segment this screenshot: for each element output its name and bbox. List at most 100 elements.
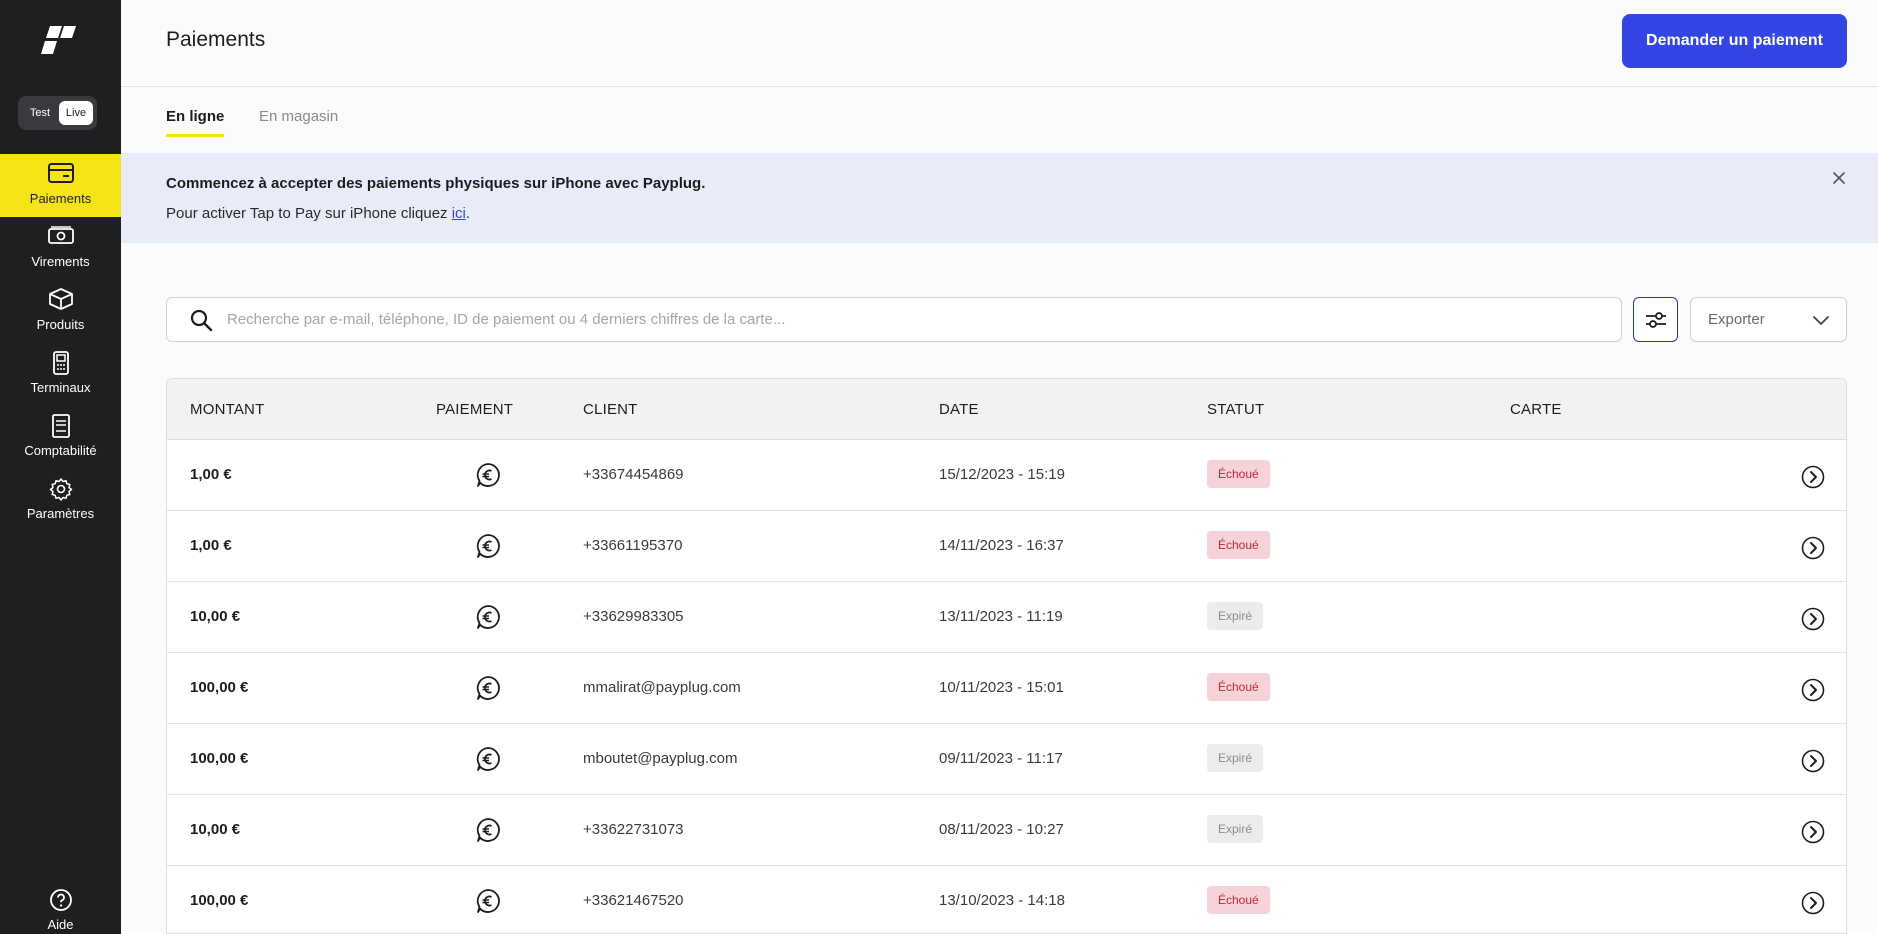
payplug-logo[interactable] [40, 24, 80, 56]
chevron-right-icon[interactable] [1801, 465, 1825, 489]
date-cell: 10/11/2023 - 15:01 [939, 679, 1064, 696]
column-header-paiement: PAIEMENT [436, 401, 514, 418]
chevron-right-icon[interactable] [1801, 607, 1825, 631]
status-badge: Échoué [1207, 460, 1270, 488]
status-badge: Échoué [1207, 886, 1270, 914]
chevron-down-icon [1813, 316, 1829, 325]
banner-text-before: Pour activer Tap to Pay sur iPhone cliqu… [166, 205, 452, 222]
client-cell: +33622731073 [583, 821, 684, 838]
banner-text: Pour activer Tap to Pay sur iPhone cliqu… [166, 205, 470, 222]
column-header-statut: STATUT [1207, 401, 1265, 418]
payment-link-icon [475, 604, 501, 630]
date-cell: 13/10/2023 - 14:18 [939, 892, 1065, 909]
date-cell: 13/11/2023 - 11:19 [939, 608, 1063, 625]
status-badge: Expiré [1207, 602, 1264, 630]
amount-cell: 100,00 € [190, 750, 249, 767]
date-cell: 14/11/2023 - 16:37 [939, 537, 1064, 554]
sidebar-item-label: Virements [31, 254, 90, 269]
sidebar-item-parametres[interactable]: Paramètres [0, 469, 121, 532]
status-badge: Échoué [1207, 673, 1270, 701]
column-header-carte: CARTE [1510, 401, 1562, 418]
client-cell: +33621467520 [583, 892, 684, 909]
sidebar-item-label: Aide [47, 917, 74, 932]
date-cell: 15/12/2023 - 15:19 [939, 466, 1065, 483]
table-row[interactable]: 1,00 € +33674454869 15/12/2023 - 15:19 Écho… [167, 440, 1846, 511]
search-input[interactable] [227, 298, 1607, 341]
mode-test-option[interactable]: Test [24, 104, 56, 122]
card-icon [0, 162, 121, 184]
header-divider [121, 86, 1878, 87]
filter-button[interactable] [1633, 297, 1678, 342]
amount-cell: 100,00 € [190, 892, 249, 909]
tap-to-pay-banner: Commencez à accepter des paiements physi… [121, 153, 1878, 243]
amount-cell: 10,00 € [190, 608, 241, 625]
table-row[interactable]: 10,00 € +33629983305 13/11/2023 - 11:19 Exp… [167, 582, 1846, 653]
status-badge: Expiré [1207, 815, 1264, 843]
close-icon[interactable] [1830, 169, 1848, 187]
request-payment-button[interactable]: Demander un paiement [1622, 14, 1847, 68]
table-header: MONTANT PAIEMENT CLIENT DATE STATUT CART… [167, 379, 1846, 440]
sidebar-item-label: Comptabilité [24, 443, 97, 458]
sidebar-item-label: Paramètres [26, 506, 95, 521]
amount-cell: 1,00 € [190, 537, 232, 554]
chevron-right-icon[interactable] [1801, 820, 1825, 844]
tab-en-magasin[interactable]: En magasin [259, 108, 338, 125]
export-label: Exporter [1708, 311, 1765, 328]
client-cell: mmalirat@payplug.com [583, 679, 741, 696]
amount-cell: 10,00 € [190, 821, 241, 838]
help-icon [0, 888, 121, 911]
date-cell: 08/11/2023 - 10:27 [939, 821, 1064, 838]
search-icon [190, 309, 213, 332]
gear-icon [0, 477, 121, 501]
sidebar-item-label: Terminaux [30, 380, 91, 395]
table-row[interactable]: 1,00 € +33661195370 14/11/2023 - 16:37 Écho… [167, 511, 1846, 582]
payment-link-icon [475, 675, 501, 701]
client-cell: +33629983305 [583, 608, 684, 625]
table-row[interactable]: 100,00 € mboutet@payplug.com 09/11/2023 - … [167, 724, 1846, 795]
banknote-icon [0, 225, 121, 247]
client-cell: +33674454869 [583, 466, 684, 483]
mode-live-option[interactable]: Live [59, 101, 93, 125]
sliders-icon [1645, 311, 1666, 328]
tab-en-ligne[interactable]: En ligne [166, 108, 224, 125]
terminal-icon [0, 351, 121, 375]
client-cell: mboutet@payplug.com [583, 750, 738, 767]
chevron-right-icon[interactable] [1801, 749, 1825, 773]
table-row[interactable]: 100,00 € mmalirat@payplug.com 10/11/2023 -… [167, 653, 1846, 724]
sidebar-item-aide[interactable]: Aide [0, 880, 121, 934]
sidebar-item-label: Paiements [29, 191, 92, 206]
chevron-right-icon[interactable] [1801, 891, 1825, 915]
status-badge: Expiré [1207, 744, 1264, 772]
banner-link[interactable]: ici [452, 205, 466, 222]
column-header-client: CLIENT [583, 401, 638, 418]
chevron-right-icon[interactable] [1801, 678, 1825, 702]
sidebar-item-paiements[interactable]: Paiements [0, 154, 121, 217]
sidebar-item-terminaux[interactable]: Terminaux [0, 343, 121, 406]
payment-link-icon [475, 533, 501, 559]
page-title: Paiements [166, 28, 266, 51]
client-cell: +33661195370 [583, 537, 683, 554]
banner-title: Commencez à accepter des paiements physi… [166, 175, 706, 192]
amount-cell: 100,00 € [190, 679, 249, 696]
payment-link-icon [475, 462, 501, 488]
sidebar-item-produits[interactable]: Produits [0, 280, 121, 343]
banner-text-after: . [465, 205, 471, 222]
search-bar [166, 297, 1622, 342]
sidebar: Test Live Paiements Virements Produits T… [0, 0, 121, 934]
status-badge: Échoué [1207, 531, 1270, 559]
table-row[interactable]: 10,00 € +33622731073 08/11/2023 - 10:27 Exp… [167, 795, 1846, 866]
export-dropdown[interactable]: Exporter [1690, 297, 1847, 342]
amount-cell: 1,00 € [190, 466, 232, 483]
chevron-right-icon[interactable] [1801, 536, 1825, 560]
column-header-date: DATE [939, 401, 979, 418]
table-row[interactable]: 100,00 € +33621467520 13/10/2023 - 14:18 Éc… [167, 866, 1846, 933]
payment-link-icon [475, 888, 501, 914]
payments-table: MONTANT PAIEMENT CLIENT DATE STATUT CART… [166, 378, 1847, 934]
column-header-montant: MONTANT [190, 401, 265, 418]
date-cell: 09/11/2023 - 11:17 [939, 750, 1063, 767]
sidebar-item-label: Produits [36, 317, 85, 332]
mode-toggle[interactable]: Test Live [18, 96, 97, 130]
receipt-icon [0, 414, 121, 438]
sidebar-item-comptabilite[interactable]: Comptabilité [0, 406, 121, 469]
sidebar-item-virements[interactable]: Virements [0, 217, 121, 280]
